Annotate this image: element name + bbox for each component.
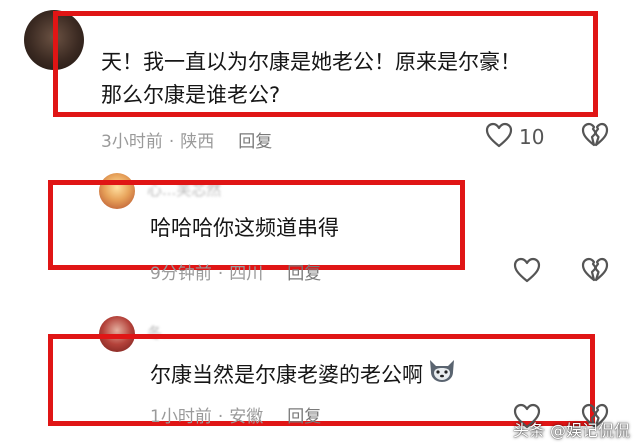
meta-separator: · [168,132,175,152]
dislike-button[interactable] [581,122,611,150]
comment-line: 尔康当然是尔康老婆的老公啊 [150,363,423,387]
comment-text: 尔康当然是尔康老婆的老公啊 [150,358,457,394]
comment-location: 陕西 [180,132,215,152]
like-count: 10 [519,125,545,149]
like-button[interactable] [513,257,543,285]
reply-button[interactable]: 回复 [238,132,272,152]
comment-line: 那么尔康是谁老公? [101,83,281,107]
comment-location: 安徽 [229,407,264,427]
comment-time: 3小时前 [101,132,163,152]
broken-heart-icon [581,257,609,282]
comment-location: 四川 [229,264,264,284]
reply-button[interactable]: 回复 [287,407,321,427]
comment-meta: 1小时前 · 安徽 回复 [150,402,321,427]
comment-time: 9分钟前 [150,264,212,284]
comment-text: 哈哈哈你这频道串得 [150,216,339,240]
like-button[interactable] [485,122,515,150]
meta-separator: · [217,264,224,284]
wolf-emoji-icon [427,358,457,394]
comment-line: 天！我一直以为尔康是她老公！原来是尔豪！ [101,50,521,74]
comment-time: 1小时前 [150,407,212,427]
comment-meta: 3小时前 · 陕西 回复 [101,127,272,152]
heart-outline-icon [485,122,513,148]
broken-heart-icon [581,122,609,147]
watermark: 头条 @娱记侃侃 [512,421,630,440]
comment-text: 天！我一直以为尔康是她老公！原来是尔豪！ 那么尔康是谁老公? [101,46,521,112]
meta-separator: · [217,407,224,427]
heart-outline-icon [513,257,541,283]
comment-meta: 9分钟前 · 四川 回复 [150,259,321,284]
dislike-button[interactable] [581,257,611,285]
reply-button[interactable]: 回复 [287,264,321,284]
